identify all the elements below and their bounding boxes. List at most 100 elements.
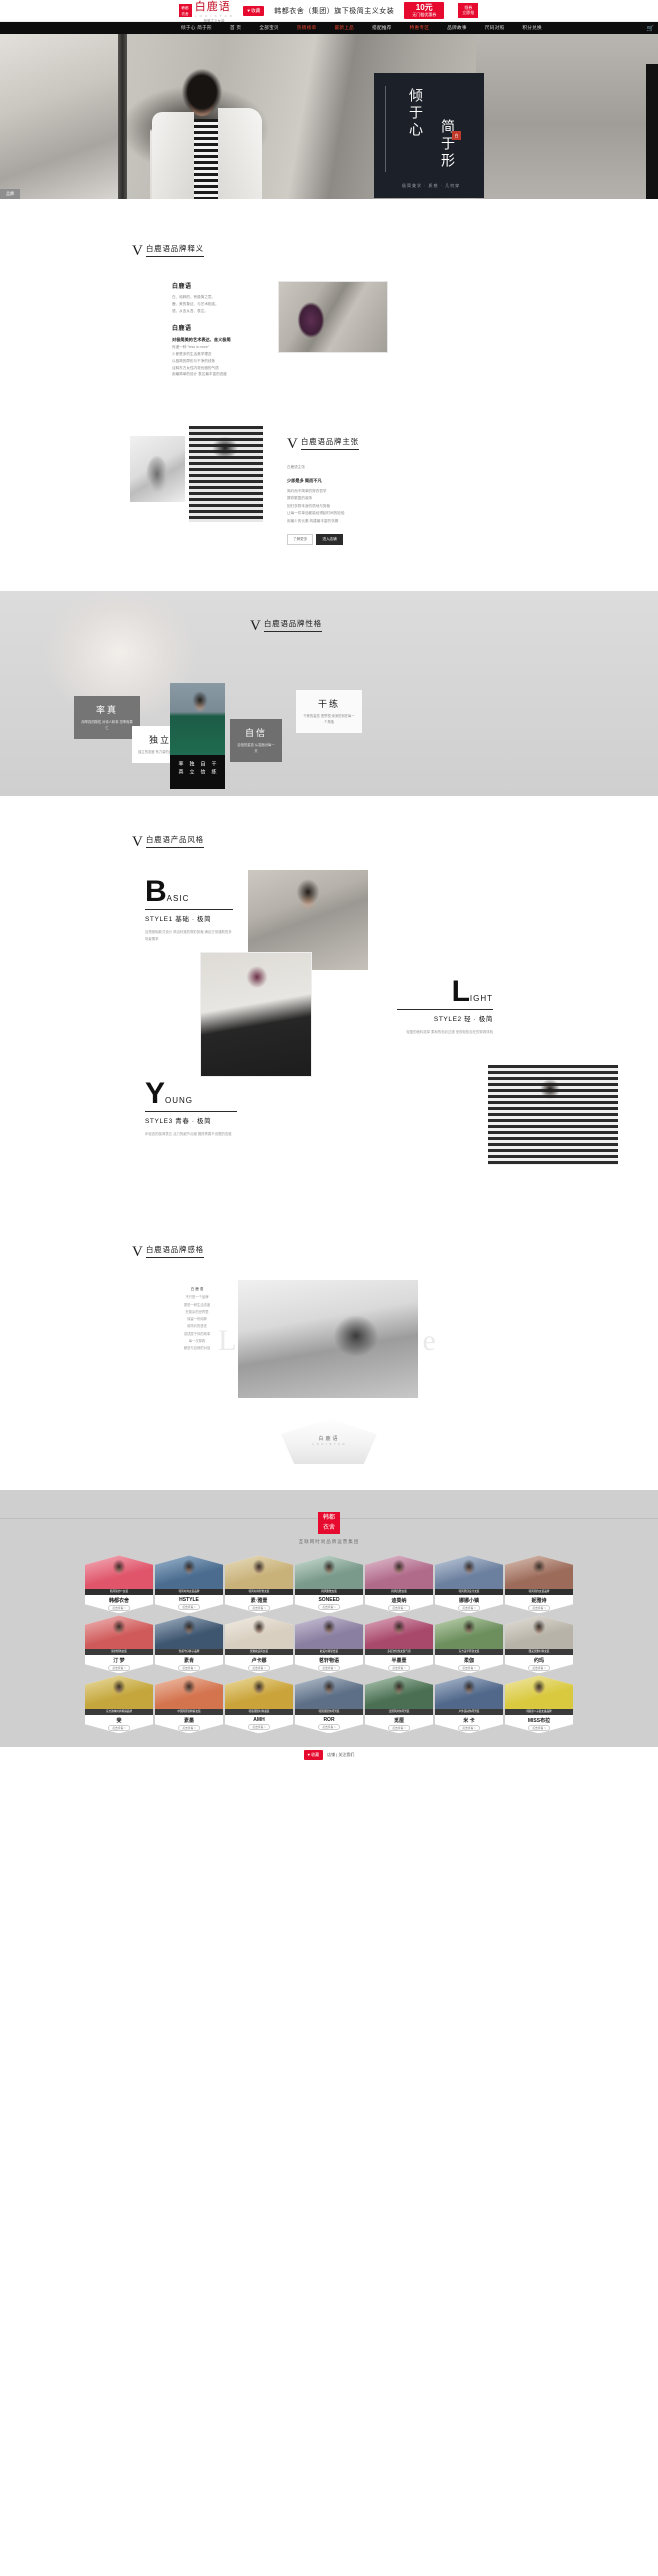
brand-enter-link[interactable]: 点击查看 > bbox=[528, 1725, 550, 1732]
brand-tagline: 韩风简约女装品牌 bbox=[505, 1589, 573, 1596]
brand-name: 米 卡 bbox=[463, 1718, 475, 1725]
brand-cell[interactable]: 东方美学原创女装 柔伽 点击查看 > bbox=[435, 1615, 503, 1674]
brand-enter-link[interactable]: 点击查看 > bbox=[388, 1725, 410, 1732]
brand-cell[interactable]: 甜美优雅时尚女装 约玛 点击查看 > bbox=[505, 1615, 573, 1674]
nav-item-3[interactable]: 热销榜单 bbox=[288, 25, 326, 31]
nav-item-8[interactable]: 尺码对照 bbox=[476, 25, 514, 31]
brand-enter-link[interactable]: 点击查看 > bbox=[178, 1604, 200, 1611]
personality-center-caption: 率真 独立 自信 干练 bbox=[170, 755, 225, 777]
enter-shop-button[interactable]: 进入店铺 bbox=[316, 534, 343, 546]
hd-group-badge: 韩都 衣舍 bbox=[178, 4, 192, 17]
style-bar-basic: STYLE1 基础 · 极简 bbox=[145, 909, 233, 923]
brand-enter-link[interactable]: 点击查看 > bbox=[458, 1665, 480, 1672]
hero-stamp: 白 bbox=[452, 131, 461, 140]
section-product-styles: V 白鹿语产品风格 BASIC STYLE1 基础 · 极简 百搭基础款式设计 … bbox=[0, 796, 658, 1211]
hero-tab-label[interactable]: 品牌 bbox=[0, 189, 20, 199]
brand-cell[interactable]: 多层次知性女装气质 半墨壹 点击查看 > bbox=[365, 1615, 433, 1674]
nav-item-9[interactable]: 积分兑换 bbox=[513, 25, 551, 31]
brand-cell[interactable]: 户外运动休闲男装米 卡点击查看 > bbox=[435, 1675, 503, 1734]
v-mark-icon: V bbox=[287, 436, 298, 453]
brand-enter-link[interactable]: 点击查看 > bbox=[108, 1665, 130, 1672]
brand-enter-link[interactable]: 点击查看 > bbox=[318, 1604, 340, 1611]
brand-enter-link[interactable]: 点击查看 > bbox=[108, 1605, 130, 1612]
feel-line-6: 讲述属于你的故事 bbox=[183, 1331, 211, 1336]
brand-cell[interactable]: 简约轻熟女装汀 梦点击查看 > bbox=[85, 1615, 153, 1674]
brand-thumbnail bbox=[225, 1675, 293, 1710]
feel-logo-pinyin: L O U I S T A O bbox=[312, 1443, 346, 1447]
brand-cell[interactable]: 韩风原创设计女装 娜娜小镇 点击查看 > bbox=[435, 1555, 503, 1614]
brand-cell[interactable]: 韩版潮流时尚童装 AMH 点击查看 > bbox=[225, 1675, 293, 1734]
footer-bar: ♥ 收藏 店铺 | 关注我们 bbox=[0, 1747, 658, 1764]
brand-cell[interactable]: 韩国潮流休闲男装 ROR 点击查看 > bbox=[295, 1675, 363, 1734]
brand-cell[interactable]: 韩版亲􏰀子装女童品牌 MISS布拉 点击查看 > bbox=[505, 1675, 573, 1734]
group-logo[interactable]: 韩都 衣舍 bbox=[318, 1512, 340, 1535]
brand-enter-link[interactable]: 点击查看 > bbox=[248, 1724, 270, 1731]
brand-enter-link[interactable]: 点击查看 > bbox=[248, 1605, 270, 1612]
brand-cell[interactable]: 优雅欧美风女装 卢卡娜 点击查看 > bbox=[225, 1615, 293, 1674]
personality-center-photo bbox=[170, 683, 225, 756]
brand-name: 妮雅诗 bbox=[531, 1598, 547, 1605]
brand-cell[interactable]: 性感牛仔裤子品牌 素肯 点击查看 > bbox=[155, 1615, 223, 1674]
brand-name: 汀 梦 bbox=[113, 1658, 125, 1665]
hero-right-edge bbox=[646, 64, 658, 199]
brand-enter-link[interactable]: 点击查看 > bbox=[458, 1725, 480, 1732]
nav-item-5[interactable]: 搭配推荐 bbox=[363, 25, 401, 31]
cart-icon[interactable]: 🛒 bbox=[647, 25, 654, 32]
brand-cell[interactable]: 韩风雅致女装 SONEED 点击查看 > bbox=[295, 1555, 363, 1614]
trait-desc: 用率真的随性 对待人和事 坦率而果仁 bbox=[81, 720, 133, 731]
nav-item-0[interactable]: 倾于心 简于形 bbox=[172, 25, 221, 31]
brand-enter-link[interactable]: 点击查看 > bbox=[178, 1725, 200, 1732]
brand-enter-link[interactable]: 点击查看 > bbox=[458, 1605, 480, 1612]
brand-tagline: 韩风原创设计女装 bbox=[435, 1589, 503, 1596]
nav-item-2[interactable]: 全部宝贝 bbox=[250, 25, 288, 31]
style-block-basic: BASIC STYLE1 基础 · 极简 百搭基础款式设计 简洁利落的廓形剪裁 … bbox=[145, 877, 233, 943]
brand-enter-link[interactable]: 点击查看 > bbox=[248, 1665, 270, 1672]
nav-item-7[interactable]: 品牌故事 bbox=[438, 25, 476, 31]
coupon-button[interactable]: 10元 无门槛优惠券 bbox=[404, 1, 445, 20]
brand-enter-link[interactable]: 点击查看 > bbox=[108, 1725, 130, 1732]
brand-name: 迪葵纳 bbox=[391, 1598, 407, 1605]
brand-cell[interactable]: 法国风尚休闲男装 觅厘 点击查看 > bbox=[365, 1675, 433, 1734]
trait-desc: 干练的姿态 把梦想 深深的刻在每一个角落 bbox=[303, 714, 355, 725]
brand-enter-link[interactable]: 点击查看 > bbox=[388, 1665, 410, 1672]
style-letter-basic: BASIC bbox=[145, 877, 233, 907]
learn-more-button[interactable]: 了解更多 bbox=[287, 534, 314, 546]
v-mark-icon: V bbox=[250, 618, 261, 635]
group-header: 韩都 衣舍 互联网时尚品牌运营集团 bbox=[0, 1506, 658, 1545]
coupon-claim-tag[interactable]: 领券 立即抢 bbox=[457, 2, 480, 19]
brand-tagline: 欧美时尚宴会装 bbox=[295, 1649, 363, 1656]
brand-cell[interactable]: 韩风简约少女装 韩都衣舍 点击查看 > bbox=[85, 1555, 153, 1614]
nav-item-4[interactable]: 最新上品 bbox=[325, 25, 363, 31]
brand-enter-link[interactable]: 点击查看 > bbox=[528, 1605, 550, 1612]
feel-heading-text: 白鹿语品牌感格 bbox=[145, 1244, 204, 1259]
brand-cell[interactable]: 中国风原创棉麻女装 素墨 点击查看 > bbox=[155, 1675, 223, 1734]
brand-name: 觅厘 bbox=[393, 1718, 404, 1725]
brand-cell[interactable]: 东方韵味时尚棉麻品牌斐点击查看 > bbox=[85, 1675, 153, 1734]
brand-enter-link[interactable]: 点击查看 > bbox=[388, 1605, 410, 1612]
brand-cell[interactable]: 韩风优雅女装 迪葵纳 点击查看 > bbox=[365, 1555, 433, 1614]
brand-enter-link[interactable]: 点击查看 > bbox=[318, 1665, 340, 1672]
style-photo-light bbox=[200, 952, 312, 1078]
favorite-shop-button[interactable]: ♥ 收藏 bbox=[243, 5, 265, 16]
hero-photo-right bbox=[476, 34, 658, 199]
brand-name: MISS布拉 bbox=[527, 1718, 551, 1725]
hero-footnote: 极简美学 · 质感 · 几何穿 bbox=[402, 183, 461, 188]
shop-logo[interactable]: 韩都 衣舍 白鹿语 L O U I S T A O 极简主义女装 bbox=[178, 0, 233, 24]
brand-name: 茗轩物语 bbox=[318, 1658, 339, 1665]
feel-photo bbox=[238, 1280, 418, 1399]
nav-item-6[interactable]: 特惠专区 bbox=[401, 25, 439, 31]
trait-title: 率真 bbox=[95, 705, 118, 716]
brand-enter-link[interactable]: 点击查看 > bbox=[318, 1724, 340, 1731]
hero-model-jacket-right bbox=[218, 108, 262, 199]
footer-favorite-button[interactable]: ♥ 收藏 bbox=[303, 1750, 324, 1761]
brand-cell[interactable]: 韩风时尚女装品牌 HSTYLE 点击查看 > bbox=[155, 1555, 223, 1614]
personality-heading: V 白鹿语品牌性格 bbox=[250, 618, 322, 635]
brand-enter-link[interactable]: 点击查看 > bbox=[528, 1665, 550, 1672]
definition-def-1: 鹿、美的象征、与艺术相连。 bbox=[172, 301, 219, 306]
brand-cell[interactable]: 欧美时尚宴会装 茗轩物语 点击查看 > bbox=[295, 1615, 363, 1674]
definition-sub-bold: 对极简美的艺术表达、含义极简 bbox=[172, 337, 231, 343]
brand-enter-link[interactable]: 点击查看 > bbox=[178, 1665, 200, 1672]
brand-cell[interactable]: 韩风简约女装品牌 妮雅诗 点击查看 > bbox=[505, 1555, 573, 1614]
nav-item-1[interactable]: 首 页 bbox=[221, 25, 250, 31]
brand-cell[interactable]: 韩风时尚轻奢女装 素·雅壹 点击查看 > bbox=[225, 1555, 293, 1614]
